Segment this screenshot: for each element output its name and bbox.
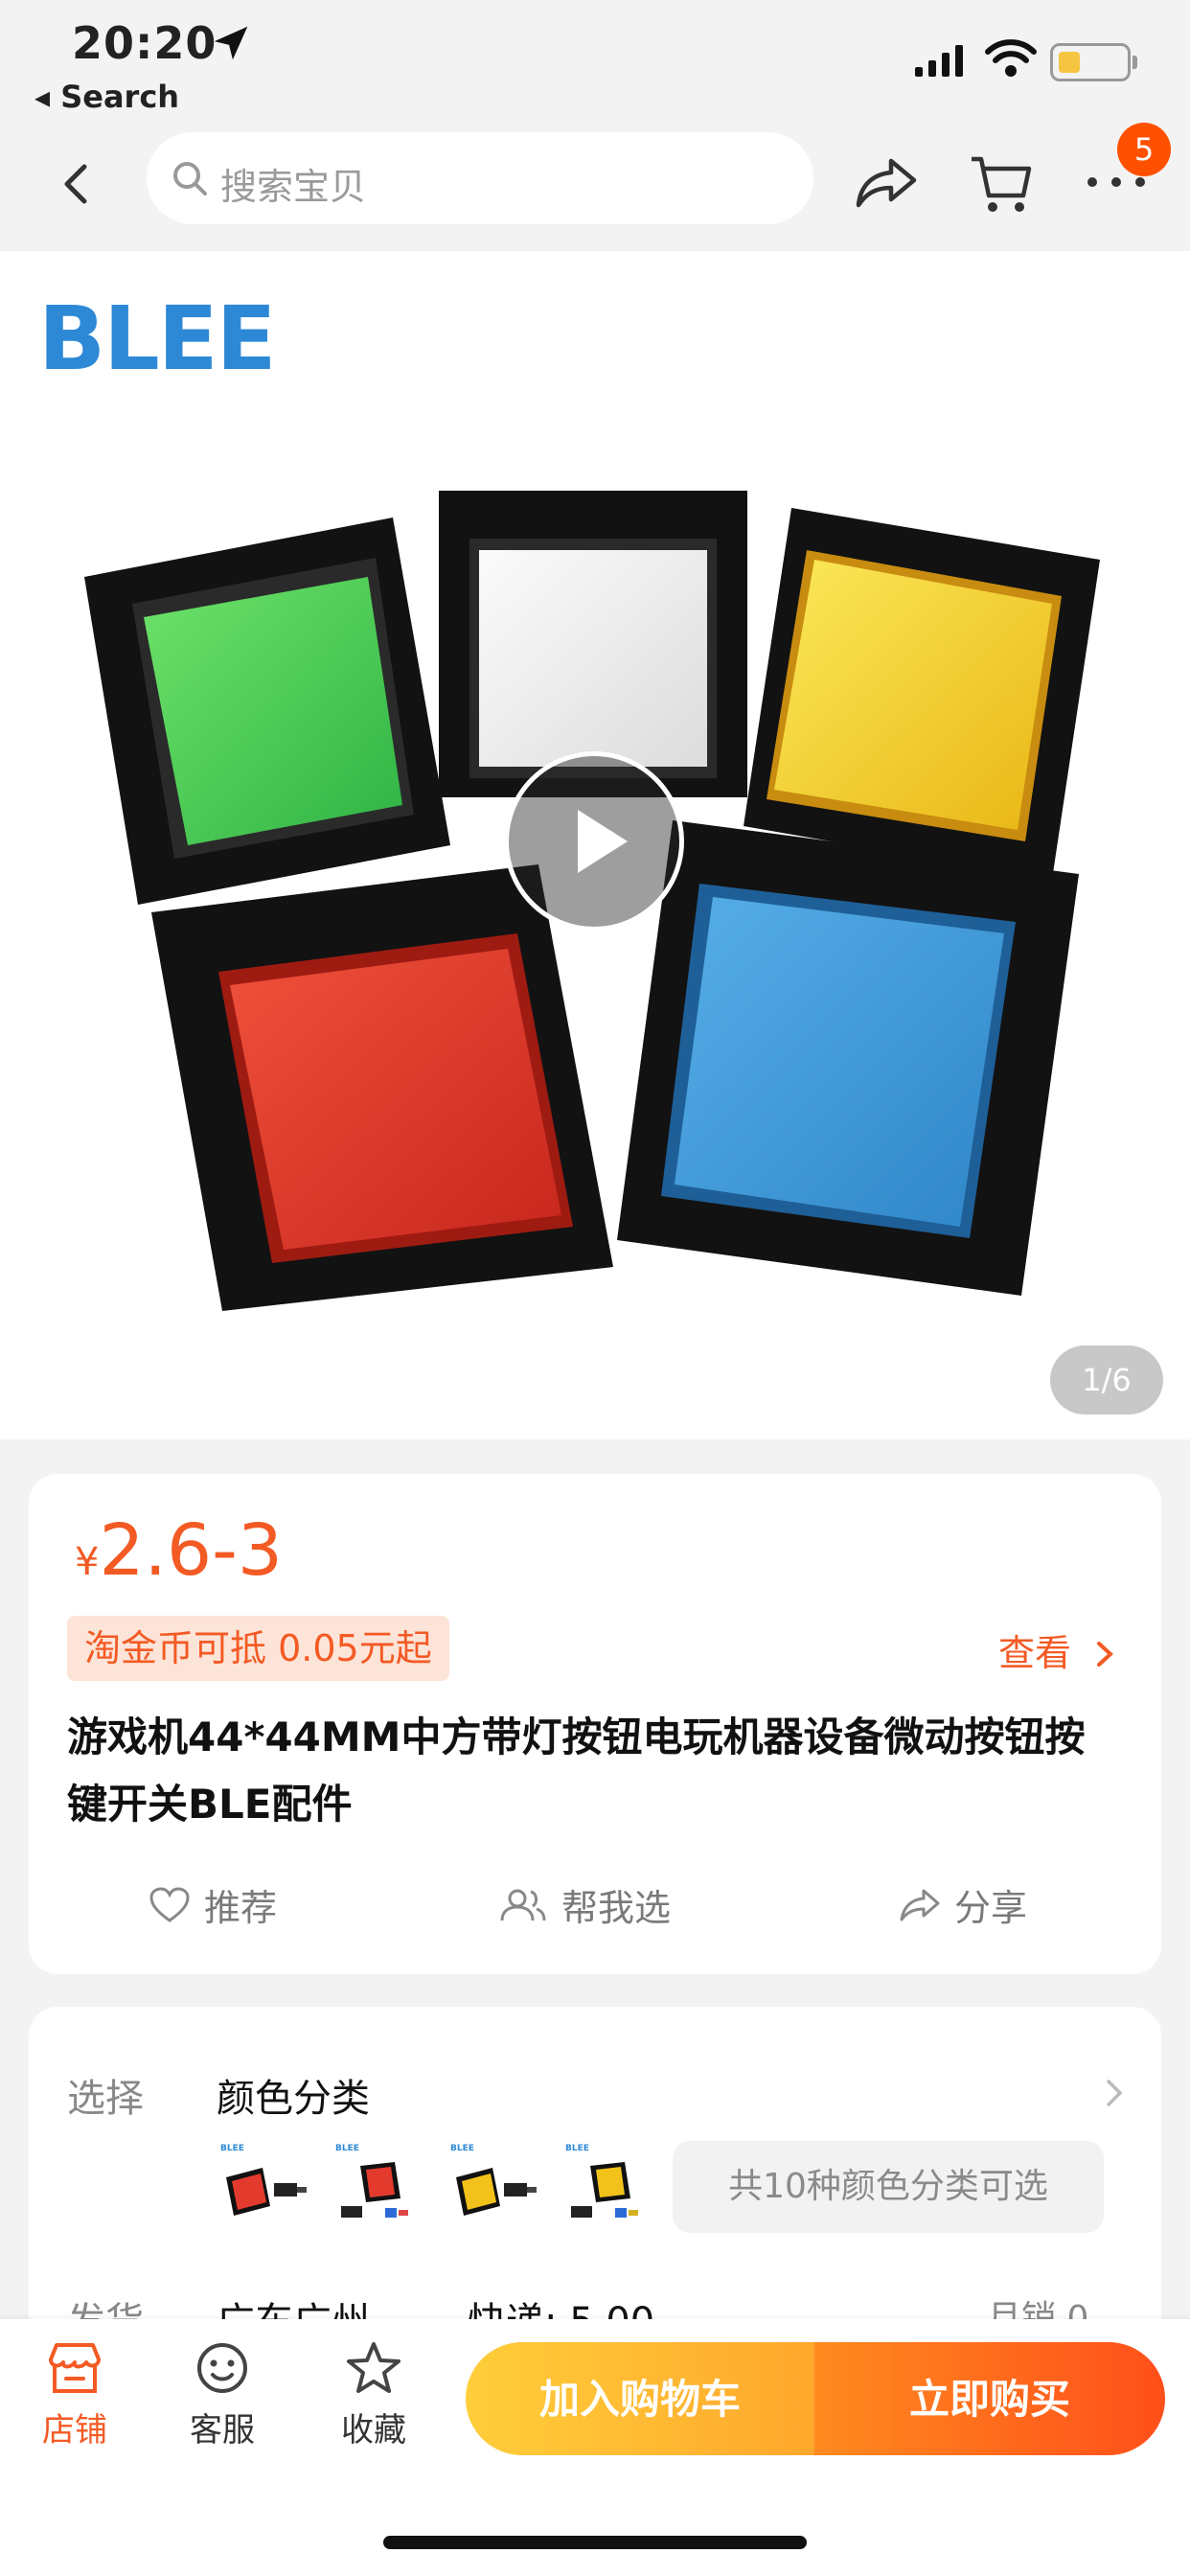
notification-badge: 5	[1117, 123, 1171, 176]
color-thumbnail[interactable]: BLEE	[561, 2139, 657, 2235]
search-placeholder: 搜索宝贝	[220, 166, 367, 208]
cart-icon[interactable]	[968, 151, 1035, 218]
currency-symbol: ¥	[75, 1540, 100, 1584]
color-thumbnail[interactable]: BLEE	[332, 2139, 427, 2235]
svg-text:BLEE: BLEE	[335, 2144, 359, 2153]
star-icon	[347, 2342, 400, 2393]
heart-icon	[149, 1886, 190, 1922]
service-icon	[197, 2343, 247, 2393]
home-indicator	[383, 2536, 807, 2549]
service-label: 客服	[190, 2411, 255, 2450]
status-time: 20:20	[72, 17, 217, 69]
price-value: 2.6-3	[99, 1509, 283, 1592]
play-video-button[interactable]	[504, 751, 684, 932]
chevron-right-icon[interactable]	[1100, 2074, 1129, 2112]
color-thumbnail[interactable]: BLEE	[217, 2139, 312, 2235]
back-to-search-link[interactable]: ◂ Search	[34, 79, 179, 115]
people-icon	[500, 1889, 546, 1920]
view-link-label: 查看	[998, 1632, 1072, 1674]
help-me-choose-button[interactable]: 帮我选	[498, 1878, 671, 1931]
favorite-tab[interactable]: 收藏	[316, 2340, 431, 2450]
price: ¥2.6-3	[75, 1509, 283, 1592]
coin-discount-tag: 淘金币可抵 0.05元起	[67, 1616, 449, 1681]
signal-icon	[915, 45, 963, 77]
wifi-icon	[985, 39, 1037, 77]
svg-text:BLEE: BLEE	[450, 2144, 474, 2153]
view-coin-link[interactable]: 查看	[998, 1623, 1117, 1676]
svg-text:BLEE: BLEE	[565, 2144, 589, 2153]
store-icon	[49, 2343, 101, 2393]
select-label: 选择	[67, 2077, 144, 2121]
product-title: 游戏机44*44MM中方带灯按钮电玩机器设备微动按钮按键开关BLE配件	[67, 1714, 1086, 1828]
image-counter: 1/6	[1050, 1346, 1163, 1414]
favorite-label: 收藏	[341, 2411, 406, 2450]
add-to-cart-button[interactable]: 加入购物车	[466, 2342, 814, 2455]
share-label: 分享	[954, 1887, 1028, 1929]
share-icon	[900, 1889, 940, 1920]
more-colors-button[interactable]: 共10种颜色分类可选	[673, 2141, 1104, 2233]
share-icon[interactable]	[853, 153, 920, 211]
location-arrow-icon	[214, 26, 248, 60]
search-icon	[173, 162, 207, 196]
select-value: 颜色分类	[217, 2077, 370, 2121]
store-label: 店铺	[42, 2411, 107, 2450]
brand-logo: BLEE	[38, 288, 276, 390]
play-icon	[578, 810, 628, 873]
customer-service-tab[interactable]: 客服	[165, 2340, 280, 2450]
recommend-button[interactable]: 推荐	[149, 1878, 277, 1931]
help-me-choose-label: 帮我选	[561, 1887, 672, 1929]
store-tab[interactable]: 店铺	[17, 2340, 132, 2450]
chevron-right-icon	[1097, 1642, 1114, 1667]
buy-now-button[interactable]: 立即购买	[814, 2342, 1165, 2455]
recommend-label: 推荐	[204, 1887, 278, 1929]
share-button[interactable]: 分享	[899, 1878, 1027, 1931]
color-thumbnail[interactable]: BLEE	[446, 2139, 542, 2235]
battery-icon	[1050, 43, 1137, 81]
back-chevron-icon[interactable]	[48, 155, 105, 213]
svg-text:BLEE: BLEE	[220, 2144, 244, 2153]
